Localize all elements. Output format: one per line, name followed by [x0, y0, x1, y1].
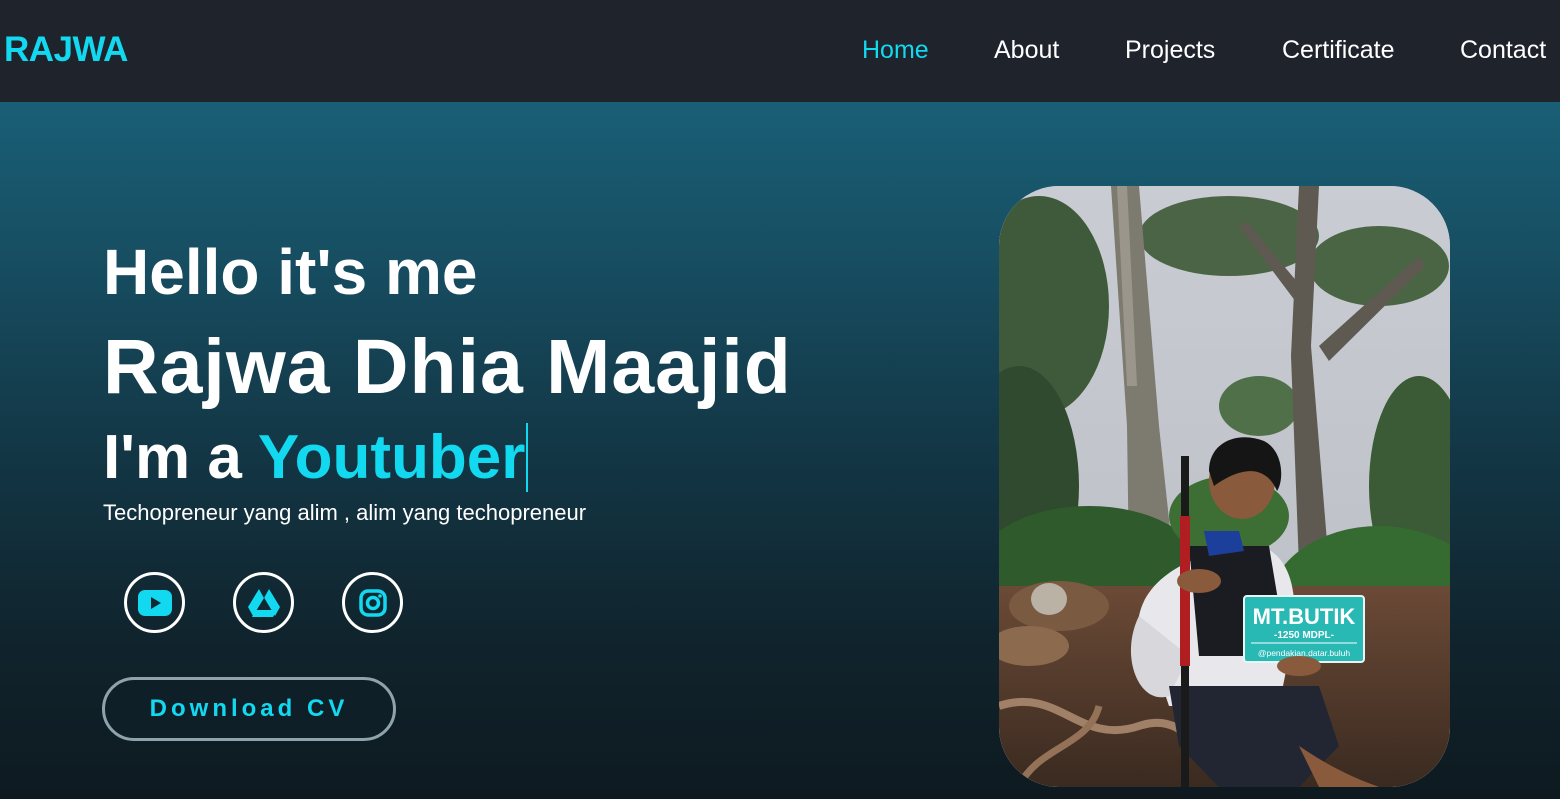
hero-name: Rajwa Dhia Maajid — [103, 324, 792, 410]
nav-contact[interactable]: Contact — [1460, 36, 1546, 64]
download-cv-button[interactable]: Download CV — [102, 677, 396, 741]
instagram-link[interactable] — [342, 572, 403, 633]
profile-photo: MT.BUTIK -1250 MDPL- @pendakian.datar.bu… — [999, 186, 1450, 787]
hero-role: I'm a Youtuber — [103, 422, 529, 494]
hero-greeting: Hello it's me — [103, 236, 478, 308]
sign-title: MT.BUTIK — [1253, 604, 1356, 629]
hero-tagline: Techopreneur yang alim , alim yang techo… — [103, 500, 587, 525]
instagram-icon — [358, 588, 387, 617]
youtube-icon — [137, 589, 172, 616]
nav-projects[interactable]: Projects — [1125, 36, 1215, 64]
navbar: RAJWA Home About Projects Certificate Co… — [0, 0, 1560, 102]
nav-about[interactable]: About — [994, 36, 1059, 64]
google-drive-icon — [247, 588, 280, 617]
youtube-link[interactable] — [124, 572, 185, 633]
role-typed-text: Youtuber — [257, 423, 529, 492]
logo[interactable]: RAJWA — [4, 30, 128, 70]
role-prefix: I'm a — [103, 423, 242, 492]
nav-certificate[interactable]: Certificate — [1282, 36, 1395, 64]
summit-sign: MT.BUTIK -1250 MDPL- @pendakian.datar.bu… — [1243, 595, 1365, 663]
google-drive-link[interactable] — [233, 572, 294, 633]
sign-subtitle: -1250 MDPL- — [1274, 630, 1334, 641]
nav-home[interactable]: Home — [862, 36, 929, 64]
